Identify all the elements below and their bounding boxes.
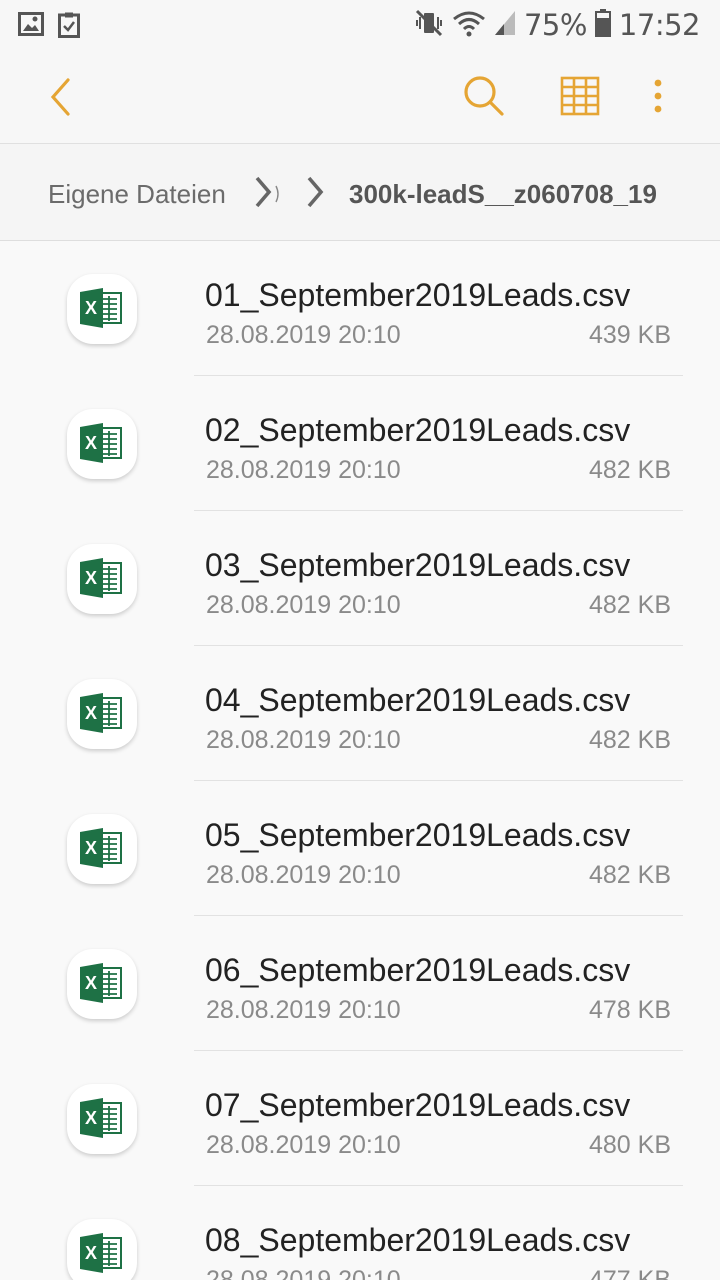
file-size: 482 KB: [588, 591, 671, 619]
file-size: 477 KB: [588, 1266, 671, 1280]
file-size: 439 KB: [588, 321, 671, 349]
svg-text:X: X: [85, 703, 97, 723]
file-date: 28.08.2019 20:10: [206, 996, 401, 1024]
battery-percentage: 75%: [523, 8, 587, 42]
file-row[interactable]: X 05_September2019Leads.csv 28.08.2019 2…: [0, 781, 720, 916]
back-button[interactable]: [44, 74, 76, 125]
grid-view-icon: [560, 76, 600, 120]
chevron-right-icon: [304, 174, 326, 215]
file-size: 480 KB: [588, 1131, 671, 1159]
battery-icon: [594, 8, 611, 42]
more-vert-icon: [650, 79, 666, 118]
excel-file-icon: X: [67, 274, 137, 344]
clock: 17:52: [618, 8, 701, 42]
wifi-icon: [452, 9, 486, 42]
file-name: 06_September2019Leads.csv: [205, 952, 631, 988]
file-date: 28.08.2019 20:10: [206, 1266, 401, 1280]
file-date: 28.08.2019 20:10: [206, 456, 401, 484]
signal-icon: [494, 10, 516, 41]
truncation-marker: [275, 185, 281, 208]
file-name: 07_September2019Leads.csv: [205, 1087, 631, 1123]
file-size: 478 KB: [588, 996, 671, 1024]
file-date: 28.08.2019 20:10: [206, 861, 401, 889]
svg-text:X: X: [85, 298, 97, 318]
file-size: 482 KB: [588, 726, 671, 754]
file-name: 02_September2019Leads.csv: [205, 412, 631, 448]
search-icon: [462, 76, 506, 122]
svg-text:X: X: [85, 838, 97, 858]
excel-file-icon: X: [67, 949, 137, 1019]
file-row[interactable]: X 06_September2019Leads.csv 28.08.2019 2…: [0, 916, 720, 1051]
file-row[interactable]: X 01_September2019Leads.csv 28.08.2019 2…: [0, 241, 720, 376]
excel-file-icon: X: [67, 544, 137, 614]
file-row[interactable]: X 02_September2019Leads.csv 28.08.2019 2…: [0, 376, 720, 511]
chevron-right-icon: [252, 174, 274, 215]
file-row[interactable]: X 08_September2019Leads.csv 28.08.2019 2…: [0, 1186, 720, 1280]
file-name: 08_September2019Leads.csv: [205, 1222, 631, 1258]
file-date: 28.08.2019 20:10: [206, 1131, 401, 1159]
file-size: 482 KB: [588, 456, 671, 484]
status-bar: 75% 17:52: [0, 0, 720, 50]
svg-text:X: X: [85, 568, 97, 588]
file-name: 01_September2019Leads.csv: [205, 277, 631, 313]
file-row[interactable]: X 07_September2019Leads.csv 28.08.2019 2…: [0, 1051, 720, 1186]
file-date: 28.08.2019 20:10: [206, 591, 401, 619]
breadcrumb: Eigene Dateien 300k-leadS__z060708_19: [0, 144, 720, 241]
file-size: 482 KB: [588, 861, 671, 889]
file-list: X 01_September2019Leads.csv 28.08.2019 2…: [0, 241, 720, 1280]
excel-file-icon: X: [67, 814, 137, 884]
svg-text:X: X: [85, 973, 97, 993]
file-name: 04_September2019Leads.csv: [205, 682, 631, 718]
breadcrumb-current: 300k-leadS__z060708_19: [349, 179, 657, 209]
svg-text:X: X: [85, 433, 97, 453]
file-row[interactable]: X 03_September2019Leads.csv 28.08.2019 2…: [0, 511, 720, 646]
file-name: 05_September2019Leads.csv: [205, 817, 631, 853]
excel-file-icon: X: [67, 1219, 137, 1280]
svg-text:X: X: [85, 1243, 97, 1263]
search-button[interactable]: [462, 74, 506, 123]
more-options-button[interactable]: [650, 78, 666, 119]
file-row[interactable]: X 04_September2019Leads.csv 28.08.2019 2…: [0, 646, 720, 781]
breadcrumb-root[interactable]: Eigene Dateien: [48, 179, 226, 210]
file-date: 28.08.2019 20:10: [206, 321, 401, 349]
gallery-icon: [18, 12, 44, 43]
file-date: 28.08.2019 20:10: [206, 726, 401, 754]
svg-text:X: X: [85, 1108, 97, 1128]
file-name: 03_September2019Leads.csv: [205, 547, 631, 583]
action-bar: [0, 50, 720, 144]
chevron-left-icon: [44, 78, 76, 124]
view-mode-button[interactable]: [560, 76, 600, 121]
excel-file-icon: X: [67, 409, 137, 479]
clipboard-icon: [58, 12, 80, 43]
mute-vibrate-icon: [414, 9, 444, 42]
excel-file-icon: X: [67, 1084, 137, 1154]
excel-file-icon: X: [67, 679, 137, 749]
